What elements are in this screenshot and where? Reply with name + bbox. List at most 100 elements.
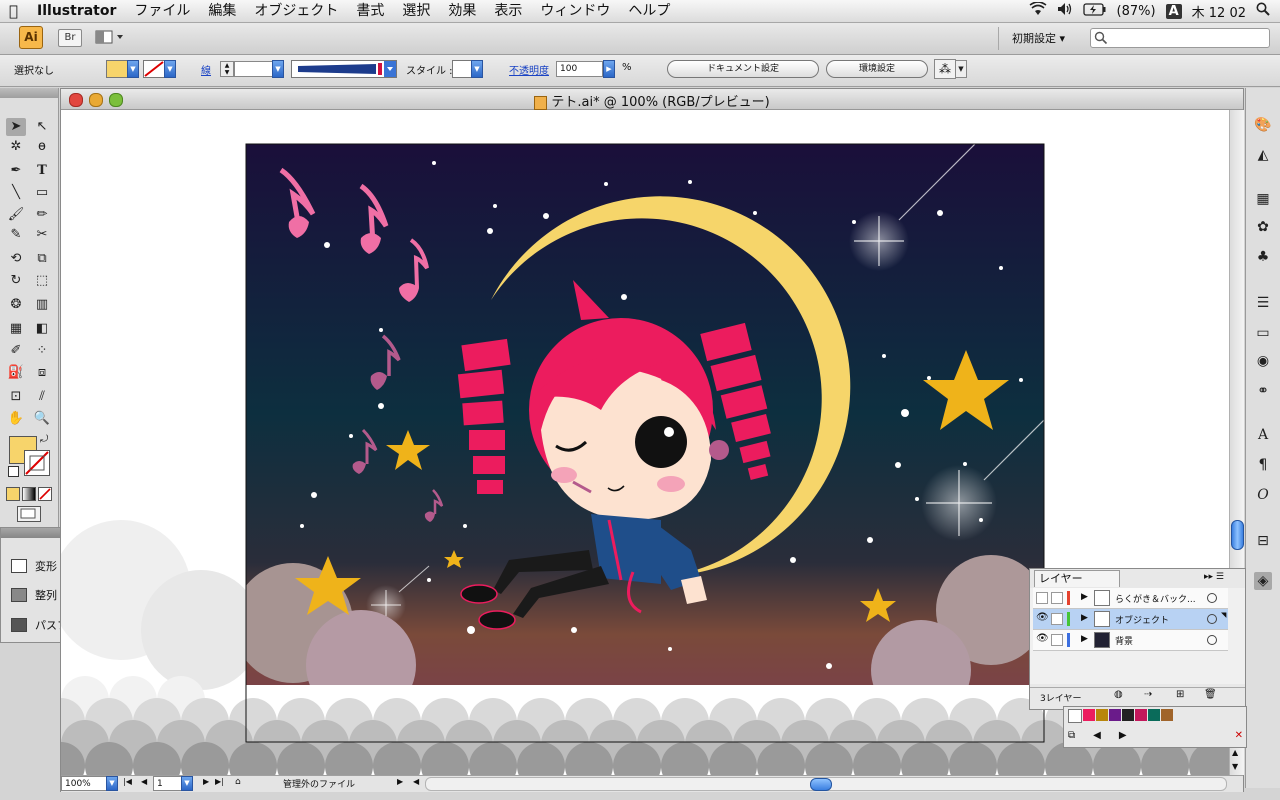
gradient-mode-icon[interactable] <box>22 487 36 501</box>
appearance-icon[interactable]: ⚭ <box>1254 382 1272 400</box>
bridge-button[interactable]: Br <box>58 29 82 47</box>
live-paint-bucket-tool-icon[interactable]: ⛽ <box>6 364 26 382</box>
artboard-dropdown[interactable]: ▼ <box>181 776 193 791</box>
blend-tool-icon[interactable]: ⁘ <box>32 342 52 360</box>
lock-toggle[interactable] <box>1051 634 1063 646</box>
symbols-icon[interactable]: ♣ <box>1254 248 1272 266</box>
delete-swatch-icon[interactable]: ✕ <box>1235 730 1243 741</box>
layer-row[interactable]: ▶ らくがき＆バック... <box>1033 588 1228 609</box>
stroke-color-icon[interactable] <box>24 450 50 476</box>
next-artboard-button[interactable]: ▶ <box>203 777 209 786</box>
visibility-toggle[interactable] <box>1036 592 1048 604</box>
swatch[interactable] <box>1083 709 1095 721</box>
none-mode-icon[interactable] <box>38 487 52 501</box>
layer-name[interactable]: 背景 <box>1115 634 1133 647</box>
direct-selection-tool-icon[interactable]: ↖ <box>32 118 52 136</box>
fill-dropdown[interactable]: ▼ <box>127 60 139 78</box>
menubar-clock[interactable]: 木 12 02 <box>1192 2 1246 21</box>
graphic-style-swatch[interactable] <box>452 60 472 78</box>
eye-icon[interactable]: 👁 <box>1036 612 1049 623</box>
swatch[interactable] <box>1096 709 1108 721</box>
volume-icon[interactable] <box>1057 2 1073 20</box>
gradient-tool-icon[interactable]: ◧ <box>32 320 52 338</box>
layer-name[interactable]: オブジェクト <box>1115 613 1169 626</box>
hand-tool-icon[interactable]: ✋ <box>6 410 26 428</box>
control-menu-dropdown[interactable]: ▼ <box>955 60 967 78</box>
gradient-icon[interactable]: ▭ <box>1254 324 1272 342</box>
swatch-libraries-icon[interactable]: ⧉ <box>1068 730 1075 741</box>
stroke-color-swatch[interactable] <box>143 60 165 78</box>
illustrator-logo[interactable]: Ai <box>19 26 43 49</box>
expand-triangle-icon[interactable]: ▶ <box>1081 634 1088 644</box>
lock-toggle[interactable] <box>1051 613 1063 625</box>
magic-wand-tool-icon[interactable]: ✲ <box>6 138 26 156</box>
workspace-switcher[interactable]: 初期設定 ▾ <box>1012 30 1065 46</box>
target-icon[interactable] <box>1207 593 1217 603</box>
eye-icon[interactable]: 👁 <box>1036 633 1049 644</box>
scroll-left-arrow[interactable]: ◀ <box>413 777 419 786</box>
blob-brush-tool-icon[interactable]: ✎ <box>6 226 26 244</box>
brushes-icon[interactable]: ✿ <box>1254 218 1272 236</box>
previous-artboard-button[interactable]: ◀ <box>141 777 147 786</box>
help-search-input[interactable] <box>1090 28 1270 48</box>
menu-type[interactable]: 書式 <box>347 0 393 22</box>
menu-effect[interactable]: 効果 <box>439 0 485 22</box>
layer-row[interactable]: 👁 ▶ 背景 <box>1033 630 1228 651</box>
align-panel-item[interactable]: 整列 <box>11 587 57 603</box>
artboards-icon[interactable]: ⊟ <box>1254 532 1272 550</box>
target-icon[interactable] <box>1207 635 1217 645</box>
line-tool-icon[interactable]: ╲ <box>6 184 26 202</box>
rectangle-tool-icon[interactable]: ▭ <box>32 184 52 202</box>
opentype-icon[interactable]: O <box>1254 486 1272 504</box>
eyedropper-tool-icon[interactable]: ✐ <box>6 342 26 360</box>
symbol-sprayer-tool-icon[interactable]: ❂ <box>6 296 26 314</box>
tools-panel-header[interactable] <box>0 88 58 98</box>
menu-object[interactable]: オブジェクト <box>245 0 347 22</box>
scroll-down-arrow[interactable]: ▼ <box>1232 762 1238 771</box>
selection-indicator[interactable]: ◥ <box>1221 611 1226 619</box>
stroke-icon[interactable]: ☰ <box>1254 294 1272 312</box>
swap-fill-stroke-icon[interactable]: ⤾ <box>40 434 48 445</box>
menu-app-name[interactable]: Illustrator <box>27 0 125 22</box>
scroll-up-arrow[interactable]: ▲ <box>1232 748 1238 757</box>
last-artboard-button[interactable]: ▶| <box>215 777 224 786</box>
swatch[interactable] <box>1148 709 1160 721</box>
opacity-dropdown[interactable]: ▶ <box>603 60 615 78</box>
expand-triangle-icon[interactable]: ▶ <box>1081 592 1088 602</box>
lock-toggle[interactable] <box>1051 592 1063 604</box>
menu-help[interactable]: ヘルプ <box>619 0 679 22</box>
artboard-number-field[interactable]: 1 <box>153 776 182 791</box>
brush-definition-selector[interactable] <box>291 60 397 78</box>
menu-view[interactable]: 表示 <box>485 0 531 22</box>
opacity-field[interactable]: 100 <box>556 61 603 77</box>
opacity-label[interactable]: 不透明度 <box>509 62 549 77</box>
pen-tool-icon[interactable]: ✒ <box>6 162 26 180</box>
swatch[interactable] <box>1109 709 1121 721</box>
swatch[interactable] <box>1161 709 1173 721</box>
stroke-weight-stepper[interactable]: ▲ ▼ <box>220 61 234 77</box>
artboard-tool-icon[interactable]: ⊡ <box>6 388 26 406</box>
swatch-next-icon[interactable]: ▶ <box>1119 730 1127 741</box>
layers-panel-menu-icon[interactable]: ▸▸ ☰ <box>1204 572 1224 582</box>
slice-tool-icon[interactable]: ⫽ <box>32 388 52 406</box>
paragraph-icon[interactable]: ¶ <box>1254 456 1272 474</box>
menu-edit[interactable]: 編集 <box>199 0 245 22</box>
stroke-weight-dropdown[interactable]: ▼ <box>272 60 284 78</box>
color-mode-icon[interactable] <box>6 487 20 501</box>
swatch[interactable] <box>1068 709 1082 723</box>
swatches-icon[interactable]: ▦ <box>1254 190 1272 208</box>
new-layer-icon[interactable]: ⊞ <box>1176 689 1184 700</box>
swatch-prev-icon[interactable]: ◀ <box>1093 730 1101 741</box>
layer-name[interactable]: らくがき＆バック... <box>1115 592 1196 605</box>
column-graph-tool-icon[interactable]: ▥ <box>32 296 52 314</box>
swatch[interactable] <box>1135 709 1147 721</box>
wifi-icon[interactable] <box>1029 1 1047 20</box>
mesh-tool-icon[interactable]: ▦ <box>6 320 26 338</box>
paintbrush-tool-icon[interactable]: 🖌 <box>6 206 26 224</box>
vertical-scroll-thumb[interactable] <box>1231 520 1244 550</box>
isolate-selection-icon[interactable]: ⁂ <box>934 59 956 79</box>
preferences-button[interactable]: 環境設定 <box>826 60 928 78</box>
zoom-tool-icon[interactable]: 🔍 <box>32 410 52 428</box>
transparency-icon[interactable]: ◉ <box>1254 352 1272 370</box>
color-icon[interactable]: ◭ <box>1254 146 1272 164</box>
